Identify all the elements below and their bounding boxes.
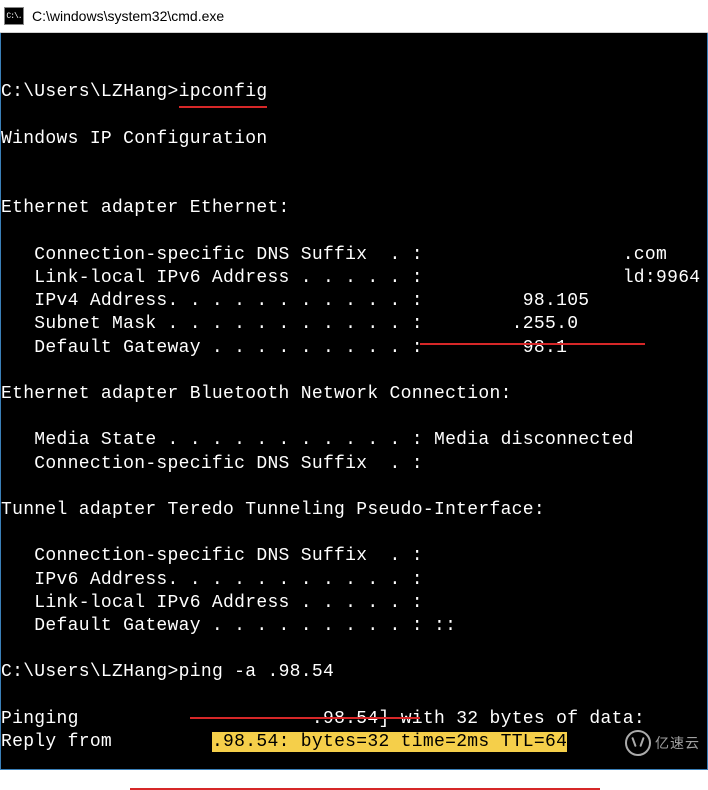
bluetooth-header: Ethernet adapter Bluetooth Network Conne…: [1, 384, 512, 404]
cmd-icon-text: C:\.: [6, 12, 21, 21]
watermark-text: 亿速云: [655, 733, 700, 753]
tunnel-ipv6: IPv6 Address. . . . . . . . . . . :: [1, 570, 423, 590]
tunnel-dns: Connection-specific DNS Suffix . :: [1, 546, 423, 566]
bluetooth-media: Media State . . . . . . . . . . . : Medi…: [1, 430, 634, 450]
prompt-2: C:\Users\LZHang>: [1, 662, 179, 682]
cmd-icon: C:\.: [4, 7, 24, 25]
tunnel-header: Tunnel adapter Teredo Tunneling Pseudo-I…: [1, 500, 545, 520]
ethernet-gateway: Default Gateway . . . . . . . . . : 98.1: [1, 338, 567, 358]
command-ipconfig: ipconfig: [179, 81, 268, 104]
ethernet-ipv4: IPv4 Address. . . . . . . . . . . : 98.1…: [1, 291, 589, 311]
ethernet-header: Ethernet adapter Ethernet:: [1, 198, 290, 218]
watermark: 亿速云: [625, 730, 700, 756]
titlebar: C:\. C:\windows\system32\cmd.exe: [0, 0, 708, 33]
bluetooth-dns: Connection-specific DNS Suffix . :: [1, 454, 423, 474]
watermark-icon: [625, 730, 651, 756]
heading-ipconfig: Windows IP Configuration: [1, 129, 267, 149]
command-ping-b: .98.54: [267, 662, 334, 682]
tunnel-ll6: Link-local IPv6 Address . . . . . :: [1, 593, 423, 613]
terminal-output[interactable]: C:\Users\LZHang>ipconfig Windows IP Conf…: [0, 33, 708, 770]
reply-highlight: .98.54: bytes=32 time=2ms TTL=64: [212, 732, 567, 752]
reply-gap: [123, 732, 212, 752]
ethernet-ipv6: Link-local IPv6 Address . . . . . : ld:9…: [1, 268, 700, 288]
command-ping-a: ping -a: [179, 662, 268, 682]
reply-a: Reply from: [1, 732, 123, 752]
window-title: C:\windows\system32\cmd.exe: [32, 8, 224, 24]
tunnel-gateway: Default Gateway . . . . . . . . . : ::: [1, 616, 456, 636]
ethernet-dns: Connection-specific DNS Suffix . : .com: [1, 245, 667, 265]
ping-header-a: Pinging: [1, 709, 90, 729]
underline-ipv4: [420, 343, 645, 345]
prompt-1: C:\Users\LZHang>: [1, 82, 179, 102]
underline-ping: [190, 717, 420, 719]
ethernet-mask: Subnet Mask . . . . . . . . . . . : .255…: [1, 314, 578, 334]
